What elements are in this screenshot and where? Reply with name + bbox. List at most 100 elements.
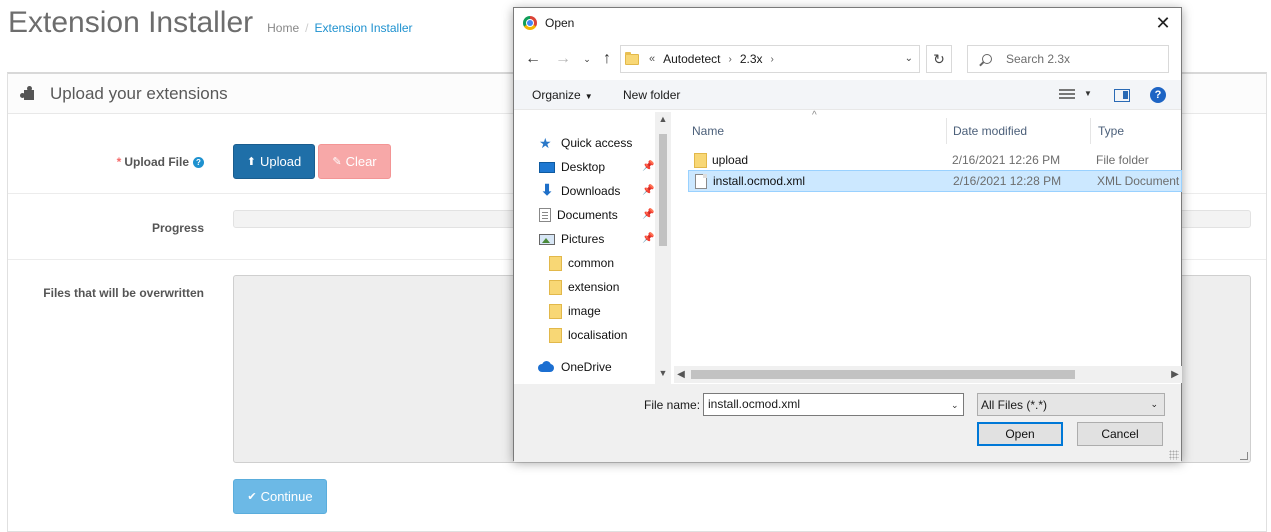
nav-scrollbar[interactable]: ▲ ▼ (655, 112, 671, 384)
nav-item-localisation[interactable]: localisation (549, 324, 627, 346)
help-icon[interactable]: ? (193, 157, 204, 169)
sort-ascending-icon: ^ (812, 110, 817, 121)
eraser-icon: ✎ (332, 156, 342, 168)
column-header-date-modified[interactable]: Date modified (953, 124, 1027, 138)
dialog-title: Open (545, 16, 575, 30)
address-overflow[interactable]: « (649, 53, 655, 65)
breadcrumb-separator: / (305, 21, 309, 35)
puzzle-icon (20, 85, 36, 101)
search-placeholder: Search 2.3x (1006, 52, 1071, 66)
nav-item-documents[interactable]: Documents (539, 204, 618, 226)
chevron-right-icon[interactable]: › (729, 54, 732, 65)
nav-item-common[interactable]: common (549, 252, 614, 274)
breadcrumb-home[interactable]: Home (267, 21, 299, 35)
forward-arrow-icon[interactable]: → (554, 50, 572, 68)
onedrive-icon (537, 360, 555, 374)
column-separator[interactable] (1090, 118, 1091, 144)
page-header: Extension Installer Home / Extension Ins… (8, 6, 413, 46)
up-arrow-icon[interactable]: ↑ (598, 50, 616, 68)
continue-button[interactable]: ✔ Continue (233, 479, 327, 514)
chevron-right-icon[interactable]: › (771, 54, 774, 65)
progress-label: Progress (151, 221, 204, 235)
folder-icon (549, 279, 562, 295)
address-segment-autodetect[interactable]: Autodetect (663, 52, 720, 66)
documents-icon (539, 208, 551, 222)
scroll-left-icon[interactable]: ◀ (674, 366, 688, 383)
resize-handle[interactable] (1240, 452, 1248, 460)
dialog-toolbar: Organize ▼ New folder ▼ ? (514, 80, 1181, 110)
nav-item-downloads[interactable]: ⬇ Downloads (539, 180, 621, 202)
nav-item-pictures[interactable]: Pictures (539, 228, 604, 250)
folder-icon (549, 327, 562, 343)
chrome-icon (523, 16, 537, 30)
open-button[interactable]: Open (977, 422, 1063, 446)
scroll-down-icon[interactable]: ▼ (655, 368, 671, 378)
overwrite-label: Files that will be overwritten (43, 286, 204, 300)
nav-item-quick-access[interactable]: ★ Quick access (539, 132, 632, 154)
column-separator[interactable] (946, 118, 947, 144)
navigation-pane: ★ Quick access Desktop 📌 ⬇ Downloads 📌 Doc… (514, 112, 672, 384)
nav-item-image[interactable]: image (549, 300, 601, 322)
column-header-name[interactable]: Name (692, 124, 724, 138)
preview-pane-icon[interactable] (1114, 89, 1130, 102)
view-options-icon[interactable] (1059, 89, 1075, 101)
address-bar[interactable]: « Autodetect › 2.3x › ⌄ (620, 45, 920, 73)
close-icon[interactable]: ✕ (1153, 13, 1173, 33)
recent-locations-chevron-icon[interactable]: ⌄ (578, 50, 596, 68)
dialog-titlebar: Open ✕ (514, 8, 1181, 38)
file-row-install-ocmod-xml[interactable]: install.ocmod.xml 2/16/2021 12:28 PM XML… (688, 170, 1182, 192)
file-name-input[interactable]: install.ocmod.xml (703, 393, 964, 416)
file-list-horizontal-scrollbar[interactable]: ◀ ▶ (674, 366, 1182, 383)
scrollbar-thumb[interactable] (659, 134, 667, 246)
caret-down-icon[interactable]: ▼ (1084, 89, 1092, 98)
organize-menu[interactable]: Organize ▼ (532, 88, 593, 102)
resize-grip-icon[interactable] (1169, 450, 1179, 460)
refresh-icon[interactable]: ↻ (926, 45, 952, 73)
clear-button[interactable]: ✎ Clear (318, 144, 391, 179)
chevron-down-icon[interactable]: ⌄ (905, 53, 913, 64)
back-arrow-icon[interactable]: ← (524, 50, 542, 68)
pin-icon: 📌 (642, 185, 655, 196)
scrollbar-thumb[interactable] (691, 370, 1075, 379)
scroll-up-icon[interactable]: ▲ (655, 114, 671, 124)
dialog-bottom-area: File name: install.ocmod.xml ⌄ All Files… (514, 384, 1181, 462)
downloads-icon: ⬇ (540, 182, 554, 199)
folder-icon (694, 152, 707, 168)
cancel-button[interactable]: Cancel (1077, 422, 1163, 446)
page-title: Extension Installer (8, 6, 254, 39)
scroll-right-icon[interactable]: ▶ (1168, 366, 1182, 383)
chevron-down-icon: ⌄ (1150, 399, 1158, 409)
star-icon: ★ (539, 135, 552, 151)
check-icon: ✔ (247, 491, 257, 503)
folder-icon (549, 303, 562, 319)
help-icon[interactable]: ? (1150, 87, 1166, 103)
breadcrumb-current[interactable]: Extension Installer (315, 21, 413, 35)
pictures-icon (539, 234, 555, 245)
address-segment-2-3x[interactable]: 2.3x (740, 52, 763, 66)
required-asterisk: * (116, 155, 122, 169)
file-type-select[interactable]: All Files (*.*) ⌄ (977, 393, 1165, 416)
file-name-label: File name: (644, 398, 701, 412)
address-row: ← → ⌄ ↑ « Autodetect › 2.3x › ⌄ ↻ Search… (514, 44, 1181, 74)
pin-icon: 📌 (642, 209, 655, 220)
panel-heading-title: Upload your extensions (50, 83, 228, 103)
search-input[interactable]: Search 2.3x (967, 45, 1169, 73)
search-icon (982, 54, 992, 64)
chevron-down-icon[interactable]: ⌄ (951, 400, 959, 411)
upload-label: * Upload File? (117, 155, 204, 169)
xml-file-icon (695, 173, 707, 189)
pin-icon: 📌 (642, 161, 655, 172)
nav-item-onedrive[interactable]: OneDrive (537, 356, 612, 378)
folder-icon (625, 51, 639, 65)
pin-icon: 📌 (642, 233, 655, 244)
nav-item-desktop[interactable]: Desktop (539, 156, 605, 178)
file-row-upload[interactable]: upload 2/16/2021 12:26 PM File folder (688, 149, 1182, 171)
upload-button[interactable]: ⬆ Upload (233, 144, 315, 179)
caret-down-icon: ▼ (584, 92, 593, 101)
nav-item-extension[interactable]: extension (549, 276, 619, 298)
breadcrumb: Home / Extension Installer (267, 21, 412, 35)
new-folder-button[interactable]: New folder (623, 88, 680, 102)
file-list: ^ Name Date modified Type upload 2/16/20… (688, 110, 1182, 384)
folder-icon (549, 255, 562, 271)
column-header-type[interactable]: Type (1098, 124, 1124, 138)
